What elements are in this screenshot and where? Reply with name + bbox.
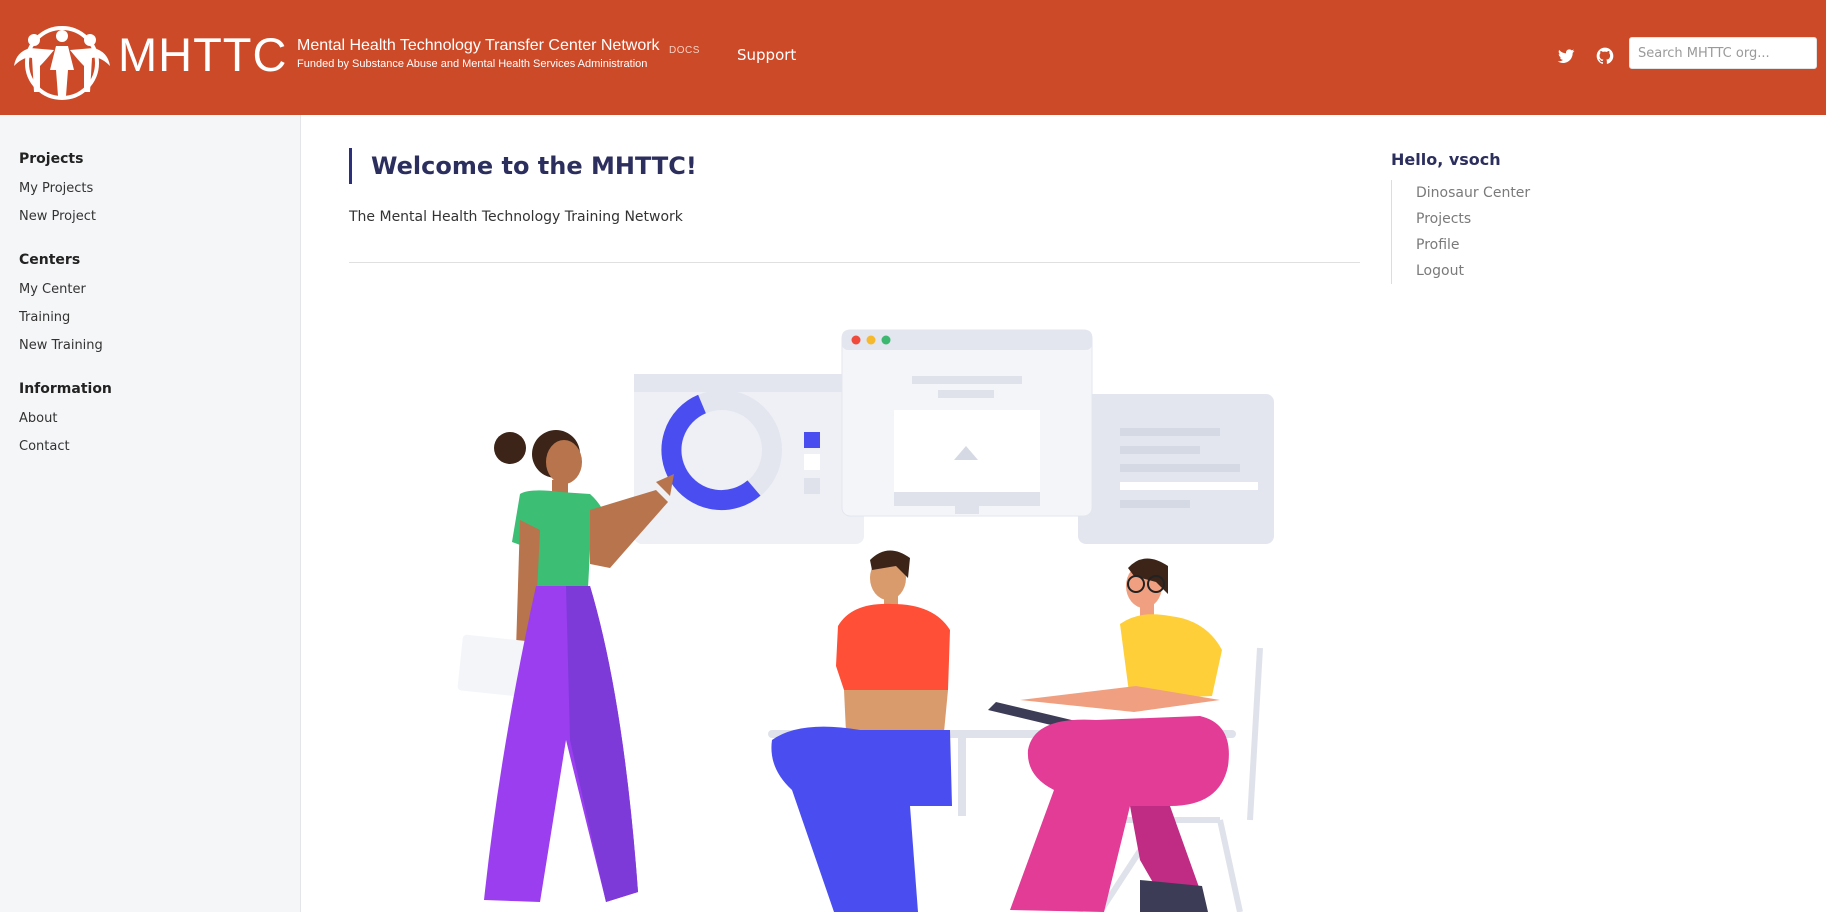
top-navbar: MHTTC Mental Health Technology Transfer … — [0, 0, 1826, 115]
sidebar-heading-information: Information — [19, 381, 112, 397]
user-greeting: Hello, vsoch — [1391, 150, 1501, 169]
user-menu: Dinosaur Center Projects Profile Logout — [1391, 180, 1530, 284]
user-menu-profile[interactable]: Profile — [1416, 232, 1530, 258]
sidebar-group-information: Information About Contact — [19, 381, 112, 461]
user-menu-dinosaur-center[interactable]: Dinosaur Center — [1416, 180, 1530, 206]
sidebar-item-new-training[interactable]: New Training — [19, 332, 103, 360]
user-menu-projects[interactable]: Projects — [1416, 206, 1530, 232]
sidebar-heading-centers: Centers — [19, 252, 81, 268]
search-input[interactable] — [1629, 37, 1817, 69]
nav-support-link[interactable]: Support — [737, 46, 796, 64]
page-subtitle: The Mental Health Technology Training Ne… — [349, 209, 683, 225]
sidebar: Projects My Projects New Project Centers… — [0, 115, 301, 912]
mhttc-logo-figures-icon[interactable] — [10, 26, 114, 100]
sidebar-item-about[interactable]: About — [19, 405, 112, 433]
sidebar-group-centers: Centers My Center Training New Training — [19, 252, 103, 360]
hero-illustration — [457, 329, 1274, 912]
sidebar-item-training[interactable]: Training — [19, 304, 103, 332]
docs-tag: DOCS — [669, 45, 700, 56]
sidebar-item-new-project[interactable]: New Project — [19, 203, 96, 231]
sidebar-item-my-projects[interactable]: My Projects — [19, 175, 96, 203]
funded-by-text: Funded by Substance Abuse and Mental Hea… — [297, 58, 648, 70]
sidebar-heading-projects: Projects — [19, 151, 84, 167]
org-name: Mental Health Technology Transfer Center… — [297, 37, 660, 54]
brand-logo-text[interactable]: MHTTC — [118, 31, 287, 78]
sidebar-group-projects: Projects My Projects New Project — [19, 151, 96, 231]
user-menu-logout[interactable]: Logout — [1416, 258, 1530, 284]
page-title: Welcome to the MHTTC! — [349, 148, 697, 184]
twitter-icon[interactable] — [1556, 46, 1576, 66]
sidebar-item-my-center[interactable]: My Center — [19, 276, 103, 304]
sidebar-item-contact[interactable]: Contact — [19, 433, 112, 461]
content-divider — [349, 262, 1360, 263]
github-icon[interactable] — [1595, 46, 1615, 66]
